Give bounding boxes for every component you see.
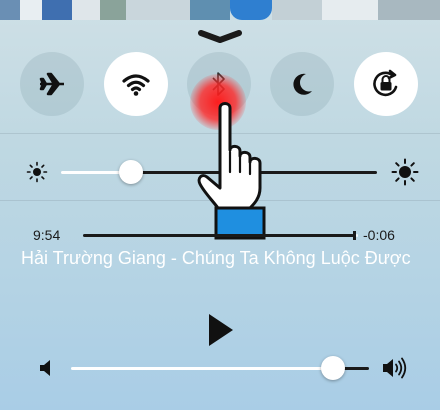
scrubber-track-remaining [356,234,358,237]
play-button[interactable] [200,310,240,350]
remaining-time: -0:06 [363,227,395,243]
airplane-mode-toggle[interactable] [20,52,84,116]
airplane-icon [39,72,64,96]
playback-scrubber[interactable] [83,231,358,240]
wifi-toggle[interactable] [104,52,168,116]
pointing-hand-icon [197,102,266,240]
brightness-thumb[interactable] [119,160,143,184]
elapsed-time: 9:54 [33,227,61,243]
grabber-chevron-icon[interactable] [197,30,243,44]
do-not-disturb-toggle[interactable] [270,52,334,116]
volume-slider[interactable] [71,356,369,380]
volume-track-filled [71,366,333,370]
background-app-strip [0,0,440,20]
play-icon [209,314,233,346]
song-title: Hải Trường Giang - Chúng Ta Không Luộc Đ… [21,248,411,268]
moon-icon [293,73,312,95]
speaker-high-icon [383,357,407,379]
wifi-icon [122,74,150,96]
scrubber-track-played [83,234,354,237]
speaker-low-icon [40,360,50,376]
volume-thumb[interactable] [321,356,345,380]
sun-large-icon [391,158,419,186]
rotation-lock-icon [373,69,398,97]
rotation-lock-toggle[interactable] [354,52,418,116]
sun-small-icon [26,161,48,183]
